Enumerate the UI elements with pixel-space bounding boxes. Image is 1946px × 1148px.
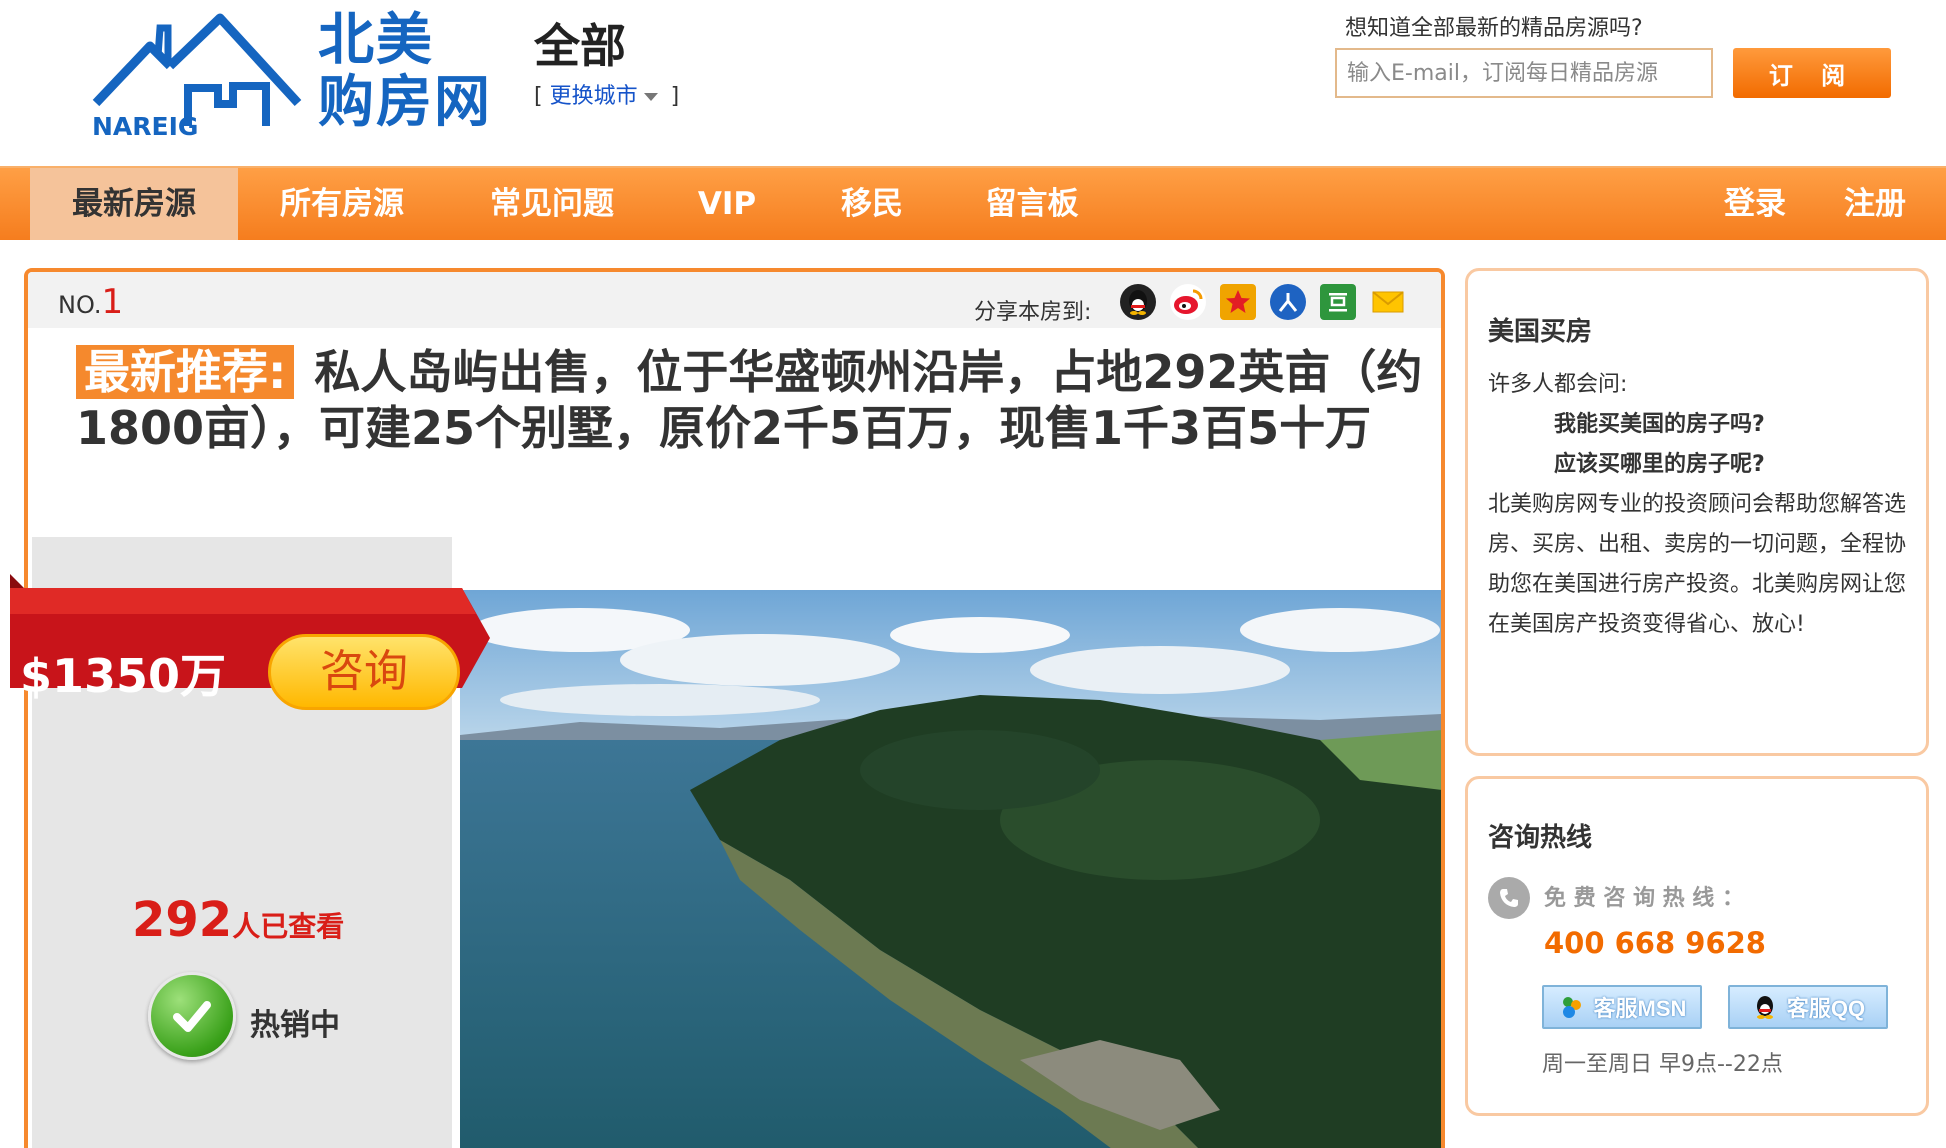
- view-count: 292人已查看: [132, 892, 344, 948]
- logo-title: 北美 购房网: [318, 10, 492, 134]
- qq-service-button[interactable]: 客服QQ: [1728, 985, 1888, 1029]
- phone-icon: [1488, 877, 1530, 919]
- chevron-down-icon: [643, 93, 658, 101]
- listing-number: NO.1: [58, 282, 123, 322]
- share-label: 分享本房到:: [974, 300, 1092, 325]
- change-city-link[interactable]: 更换城市: [550, 84, 664, 109]
- hotline-box: 咨询热线 免 费 咨 询 热 线 ： 400 668 9628 客服MSN 客服…: [1465, 776, 1929, 1116]
- weibo-icon[interactable]: [1170, 284, 1206, 320]
- main-nav: 最新房源 所有房源 常见问题 VIP 移民 留言板 登录 注册: [0, 166, 1946, 240]
- qzone-icon[interactable]: [1220, 284, 1256, 320]
- nav-item-immigration[interactable]: 移民: [812, 168, 932, 240]
- nav-item-vip[interactable]: VIP: [672, 168, 782, 240]
- city-selector: 全部 [ 更换城市 ]: [534, 18, 679, 110]
- nav-item-all[interactable]: 所有房源: [252, 168, 432, 240]
- checkmark-icon: [148, 972, 236, 1060]
- city-switch: [ 更换城市 ]: [534, 78, 679, 110]
- subscribe-button[interactable]: 订 阅: [1733, 48, 1891, 98]
- consult-button[interactable]: 咨询: [268, 634, 460, 710]
- subscribe-prompt: 想知道全部最新的精品房源吗?: [1345, 16, 1643, 41]
- bracket-close: ]: [670, 84, 680, 109]
- buy-house-question-1: 我能买美国的房子吗?: [1554, 412, 1765, 437]
- service-hours: 周一至周日 早9点--22点: [1542, 1052, 1783, 1077]
- logo-english: NAREIG: [92, 112, 199, 141]
- buy-house-description: 北美购房网专业的投资顾问会帮助您解答选房、买房、出租、卖房的一切问题，全程协助您…: [1488, 492, 1907, 637]
- listing-title[interactable]: 最新推荐: 私人岛屿出售，位于华盛顿州沿岸，占地292英亩（约1800亩），可建2…: [76, 344, 1436, 456]
- register-link[interactable]: 注册: [1830, 168, 1920, 240]
- qq-icon[interactable]: [1120, 284, 1156, 320]
- buy-house-question-2: 应该买哪里的房子呢?: [1554, 452, 1765, 477]
- msn-icon: [1562, 997, 1581, 1018]
- hotline-phone-number[interactable]: 400 668 9628: [1544, 923, 1766, 963]
- listing-number-prefix: NO.: [58, 291, 102, 319]
- email-icon[interactable]: [1370, 284, 1406, 320]
- hot-sale-status: 热销中: [250, 1008, 340, 1043]
- douban-icon[interactable]: [1320, 284, 1356, 320]
- renren-icon[interactable]: [1270, 284, 1306, 320]
- nav-item-faq[interactable]: 常见问题: [462, 168, 642, 240]
- msn-service-label: 客服MSN: [1593, 996, 1687, 1021]
- buy-house-intro: 许多人都会问:: [1488, 372, 1628, 397]
- bracket-open: [: [534, 84, 543, 109]
- qq-service-icon: [1756, 996, 1773, 1019]
- listing-price: $1350万: [20, 649, 227, 703]
- listing-photo[interactable]: [460, 590, 1441, 1148]
- listing-card: NO.1 分享本房到: 最新推荐: 私人岛屿出售，位于华盛顿州沿岸，占地292英亩…: [24, 268, 1445, 1148]
- hotline-label: 免 费 咨 询 热 线 ：: [1544, 886, 1744, 911]
- subscribe-email-input[interactable]: [1335, 48, 1713, 98]
- login-link[interactable]: 登录: [1710, 168, 1800, 240]
- qq-service-label: 客服QQ: [1786, 996, 1866, 1021]
- hotline-title: 咨询热线: [1488, 823, 1593, 853]
- buy-house-box: 美国买房 许多人都会问: 我能买美国的房子吗? 应该买哪里的房子呢? 北美购房网…: [1465, 268, 1929, 756]
- buy-house-title: 美国买房: [1488, 317, 1593, 347]
- change-city-label: 更换城市: [549, 84, 638, 109]
- nav-item-message-board[interactable]: 留言板: [962, 168, 1102, 240]
- view-count-number: 292: [132, 892, 233, 948]
- logo-title-line2: 购房网: [318, 70, 492, 135]
- msn-service-button[interactable]: 客服MSN: [1542, 985, 1702, 1029]
- logo-title-line1: 北美: [318, 8, 434, 73]
- latest-recommend-tag: 最新推荐:: [76, 345, 295, 399]
- current-city: 全部: [534, 19, 626, 73]
- nav-item-latest[interactable]: 最新房源: [30, 168, 238, 240]
- view-count-suffix: 人已查看: [232, 910, 345, 943]
- island-photo-image: [460, 590, 1441, 1148]
- listing-number-value: 1: [101, 282, 124, 322]
